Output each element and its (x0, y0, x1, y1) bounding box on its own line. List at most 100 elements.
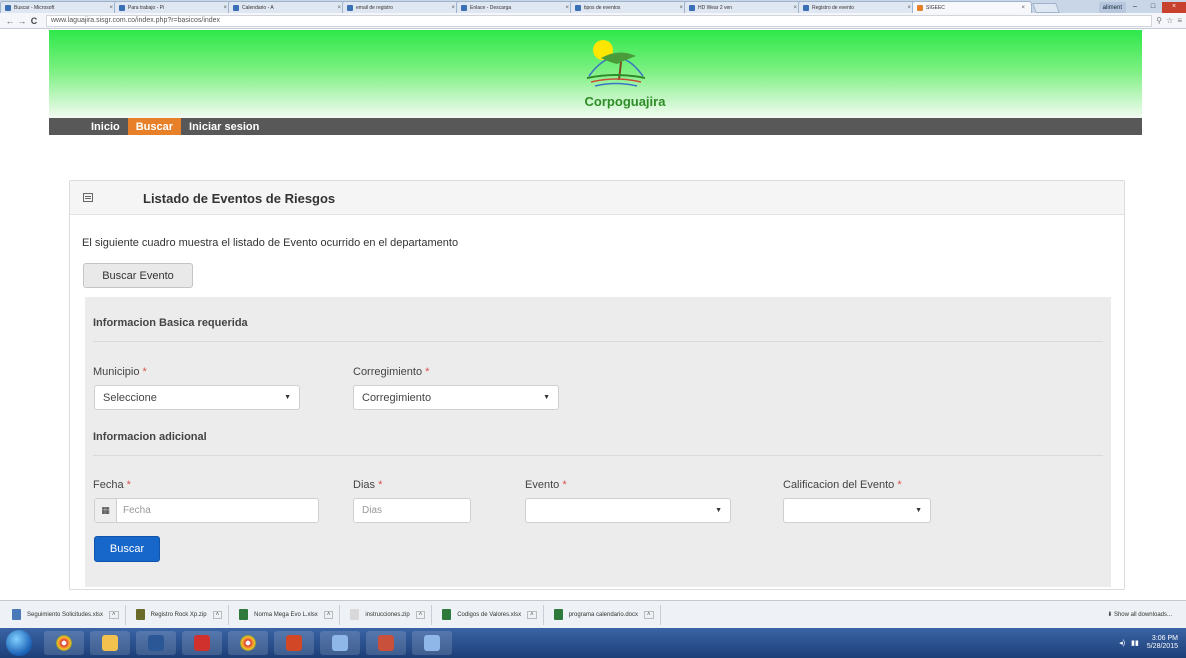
caret-down-icon: ▼ (543, 394, 550, 401)
fecha-input[interactable]: ▦ Fecha (94, 498, 319, 523)
municipio-select[interactable]: Seleccione ▼ (94, 385, 300, 410)
tab-favicon-icon (347, 4, 353, 11)
download-item[interactable]: instrucciones.zip ˄ (344, 604, 433, 625)
search-submit-button[interactable]: Buscar (94, 536, 160, 562)
divider (93, 341, 1103, 342)
browser-tab-active[interactable]: SIGEEC × (912, 1, 1032, 13)
bookmark-star-icon[interactable]: ☆ (1166, 16, 1173, 25)
browser-tab[interactable]: Para trabajo - Pi × (114, 1, 234, 13)
nav-item-inicio[interactable]: Inicio (83, 118, 128, 135)
minimize-icon[interactable]: – (1126, 2, 1144, 13)
nav-item-iniciar-sesion[interactable]: Iniciar sesion (181, 118, 267, 135)
show-all-downloads-link[interactable]: ⬇ Show all downloads... (1107, 611, 1186, 618)
close-icon[interactable]: × (1021, 5, 1025, 11)
download-item[interactable]: programa calendario.docx ˄ (548, 604, 661, 625)
evento-select[interactable]: ▼ (525, 498, 731, 523)
network-icon[interactable]: ▮▮ (1131, 639, 1139, 647)
divider (93, 455, 1103, 456)
events-panel: Listado de Eventos de Riesgos El siguien… (69, 180, 1125, 590)
search-event-button[interactable]: Buscar Evento (83, 263, 193, 288)
dias-label: Dias * (353, 479, 382, 491)
maximize-icon[interactable]: □ (1144, 2, 1162, 13)
taskbar-paint2-icon[interactable] (412, 631, 452, 655)
close-icon[interactable]: × (793, 5, 797, 11)
dias-input[interactable]: Dias (353, 498, 471, 523)
taskbar-app-icon[interactable] (366, 631, 406, 655)
clock-date: 5/28/2015 (1146, 643, 1178, 650)
list-icon (83, 193, 93, 202)
tab-label: HD Wear 2 ven (698, 4, 733, 11)
taskbar: ◂) ▮▮ 3:06 PM 5/28/2015 (0, 628, 1186, 658)
dias-label-text: Dias (353, 479, 376, 491)
system-tray: ◂) ▮▮ 3:06 PM 5/28/2015 (1119, 635, 1186, 651)
back-arrow-icon[interactable]: ← (4, 16, 16, 26)
volume-icon[interactable]: ◂) (1119, 639, 1125, 647)
close-icon[interactable]: × (337, 5, 341, 11)
browser-tab[interactable]: tipos de eventos × (570, 1, 690, 13)
close-icon[interactable]: × (565, 5, 569, 11)
caret-down-icon[interactable]: ˄ (644, 610, 654, 619)
tab-label: Enlace - Descarga (470, 4, 512, 11)
basic-section-title: Informacion Basica requerida (93, 317, 248, 329)
evento-label: Evento * (525, 479, 567, 491)
menu-icon[interactable]: ≡ (1177, 16, 1182, 25)
taskbar-acrobat-icon[interactable] (182, 631, 222, 655)
required-mark: * (897, 479, 902, 491)
tab-favicon-icon (461, 4, 467, 11)
new-tab-button[interactable] (1032, 3, 1060, 13)
caret-down-icon[interactable]: ˄ (212, 610, 223, 619)
browser-tab[interactable]: email de registro × (342, 1, 462, 13)
nav-item-buscar[interactable]: Buscar (127, 118, 182, 135)
caret-down-icon[interactable]: ˄ (527, 610, 537, 619)
caret-down-icon[interactable]: ˄ (109, 610, 119, 619)
tab-favicon-icon (119, 4, 125, 11)
fecha-placeholder: Fecha (123, 505, 151, 516)
download-item[interactable]: Codigos de Valores.xlsx ˄ (436, 604, 544, 625)
caret-down-icon[interactable]: ˄ (415, 610, 426, 619)
corregimiento-select-value: Corregimiento (362, 391, 432, 404)
close-icon[interactable]: × (907, 5, 911, 11)
close-icon[interactable]: × (223, 5, 227, 11)
file-icon (12, 609, 21, 620)
dias-placeholder: Dias (362, 505, 383, 516)
file-icon (553, 609, 563, 620)
address-bar[interactable]: www.laguajira.sisgr.com.co/index.php?r=b… (46, 14, 1153, 27)
browser-tab[interactable]: Calendario - A × (228, 1, 348, 13)
calendar-icon[interactable]: ▦ (95, 499, 117, 522)
start-button-icon[interactable] (6, 630, 32, 656)
file-icon (350, 609, 360, 620)
taskbar-paint-icon[interactable] (320, 631, 360, 655)
taskbar-chrome-icon[interactable] (44, 631, 84, 655)
clock[interactable]: 3:06 PM 5/28/2015 (1147, 635, 1178, 651)
intro-text: El siguiente cuadro muestra el listado d… (82, 237, 459, 249)
close-icon[interactable]: × (109, 5, 113, 11)
browser-tab[interactable]: Registro de evento × (798, 1, 918, 13)
taskbar-chrome2-icon[interactable] (228, 631, 268, 655)
download-item[interactable]: Registro Rock Xp.zip ˄ (130, 604, 230, 625)
taskbar-powerpoint-icon[interactable] (274, 631, 314, 655)
corregimiento-label-text: Corregimiento (353, 366, 423, 378)
caret-down-icon[interactable]: ˄ (323, 610, 334, 619)
clock-time: 3:06 PM (1151, 635, 1178, 642)
browser-tab[interactable]: Enlace - Descarga × (456, 1, 576, 13)
taskbar-word-icon[interactable] (136, 631, 176, 655)
zoom-icon[interactable]: ⚲ (1156, 16, 1162, 25)
calificacion-select[interactable]: ▼ (783, 498, 931, 523)
caret-down-icon: ▼ (715, 507, 722, 514)
window-close-icon[interactable]: × (1162, 2, 1186, 13)
fecha-label-text: Fecha (93, 479, 124, 491)
browser-user-chip[interactable]: aliment (1098, 2, 1126, 13)
download-item[interactable]: Norma Mega Evo L.xlsx ˄ (233, 604, 341, 625)
corregimiento-select[interactable]: Corregimiento ▼ (353, 385, 559, 410)
download-item[interactable]: Seguimiento Solicitudes.xlsx ˄ (6, 604, 126, 625)
browser-tab[interactable]: HD Wear 2 ven × (684, 1, 804, 13)
additional-section-title: Informacion adicional (93, 431, 207, 443)
taskbar-explorer-icon[interactable] (90, 631, 130, 655)
file-icon (135, 609, 145, 620)
close-icon[interactable]: × (451, 5, 455, 11)
close-icon[interactable]: × (679, 5, 683, 11)
forward-arrow-icon[interactable]: → (16, 16, 28, 26)
tab-label: Calendario - A (242, 4, 274, 11)
browser-tab[interactable]: Buscar - Microsoft × (0, 1, 120, 13)
reload-icon[interactable]: C (28, 16, 40, 26)
